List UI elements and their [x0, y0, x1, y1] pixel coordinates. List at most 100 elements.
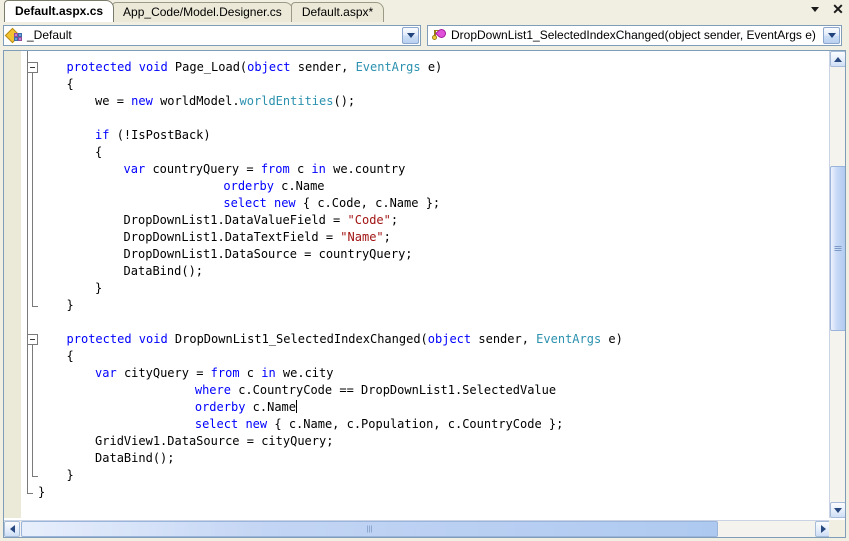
scroll-left-button[interactable]: [4, 521, 20, 537]
code-token: Page_Load(: [167, 60, 248, 74]
vertical-scrollbar[interactable]: [829, 51, 845, 518]
member-combo-value: DropDownList1_SelectedIndexChanged(objec…: [451, 28, 816, 42]
code-token: DropDownList1_SelectedIndexChanged(: [167, 332, 428, 346]
code-token: new: [131, 94, 153, 108]
code-line: we = new worldModel.worldEntities();: [95, 93, 355, 110]
selection-margin[interactable]: [4, 51, 21, 518]
vertical-scrollbar-thumb[interactable]: [830, 166, 845, 331]
code-token: {: [66, 77, 74, 91]
window-controls: ✕: [808, 2, 845, 16]
code-line: DataBind();: [124, 263, 203, 280]
code-token: var: [95, 366, 117, 380]
code-line: {: [95, 144, 102, 161]
code-token: c.Name: [273, 179, 325, 193]
code-token: from: [260, 162, 290, 176]
code-token: EventArgs: [355, 60, 421, 74]
code-line: }: [67, 467, 74, 484]
dropdown-menu-button[interactable]: [808, 2, 822, 16]
code-token: protected: [66, 60, 132, 74]
code-token: worldModel.: [152, 94, 240, 108]
code-token: DataBind();: [123, 264, 204, 278]
code-token: object: [247, 60, 291, 74]
code-token: select: [194, 417, 239, 431]
code-line: {: [67, 76, 74, 93]
code-line: }: [95, 280, 102, 297]
code-token: orderby: [194, 400, 246, 414]
code-line: orderby c.Name: [194, 399, 298, 416]
fold-toggle-button[interactable]: [27, 62, 38, 73]
code-token: DropDownList1.DataSource = countryQuery;: [123, 247, 413, 261]
code-token: cityQuery =: [116, 366, 211, 380]
chevron-down-icon: [406, 33, 415, 38]
code-token: "Code": [347, 213, 391, 227]
code-token: (!IsPostBack): [109, 128, 211, 142]
code-token: from: [210, 366, 240, 380]
method-icon: [431, 27, 449, 44]
fold-region-line: [32, 345, 33, 476]
scroll-up-button[interactable]: [830, 51, 845, 67]
scroll-down-button[interactable]: [830, 502, 845, 518]
code-line: var cityQuery = from c in we.city: [95, 365, 333, 382]
fold-region-line: [32, 73, 33, 306]
code-token: in: [261, 366, 276, 380]
tab-label: App_Code/Model.Designer.cs: [123, 5, 282, 19]
code-token: DropDownList1.DataTextField =: [123, 230, 341, 244]
code-token: ();: [333, 94, 356, 108]
fold-toggle-button[interactable]: [27, 334, 38, 345]
close-icon: ✕: [832, 1, 844, 17]
code-token: }: [38, 485, 46, 499]
tab-app-code-model-designer-cs[interactable]: App_Code/Model.Designer.cs: [112, 2, 293, 22]
code-token: }: [95, 281, 103, 295]
scroll-down-arrow-icon: [834, 507, 842, 513]
type-combo-box[interactable]: _Default: [3, 25, 421, 46]
code-token: if: [95, 128, 110, 142]
code-line: orderby c.Name: [223, 178, 324, 195]
fold-region-end-outer: [27, 493, 33, 494]
horizontal-scrollbar-thumb[interactable]: [21, 521, 718, 537]
type-combo-value: _Default: [27, 28, 72, 42]
code-line: GridView1.DataSource = cityQuery;: [95, 433, 333, 450]
code-token: in: [311, 162, 326, 176]
code-token: c: [289, 162, 312, 176]
code-token: sender,: [471, 332, 537, 346]
code-token: DataBind();: [95, 451, 175, 465]
code-token: c.Name: [245, 400, 297, 414]
code-token: we =: [95, 94, 132, 108]
code-line: protected void DropDownList1_SelectedInd…: [67, 331, 623, 348]
code-line: DropDownList1.DataValueField = "Code";: [124, 212, 399, 229]
tab-default-aspx-cs[interactable]: Default.aspx.cs: [4, 0, 115, 22]
code-token: ;: [390, 213, 399, 227]
code-token: select: [223, 196, 267, 210]
code-token: where: [194, 383, 231, 397]
type-combo-dropdown-button[interactable]: [402, 27, 419, 44]
code-line: if (!IsPostBack): [95, 127, 211, 144]
code-line: DropDownList1.DataSource = countryQuery;: [124, 246, 413, 263]
member-combo-box[interactable]: DropDownList1_SelectedIndexChanged(objec…: [427, 25, 842, 46]
code-token: "Name": [340, 230, 384, 244]
code-folding-margin[interactable]: [21, 51, 38, 518]
scrollbar-corner: [829, 520, 845, 537]
chevron-down-icon: [811, 6, 819, 12]
member-combo-dropdown-button[interactable]: [823, 27, 840, 44]
fold-region-line-outer: [27, 51, 28, 493]
code-token: void: [138, 60, 168, 74]
text-caret: [296, 400, 298, 413]
tab-default-aspx[interactable]: Default.aspx*: [290, 2, 385, 22]
code-line: DataBind();: [95, 450, 174, 467]
code-token: c.CountryCode == DropDownList1.SelectedV…: [230, 383, 557, 397]
horizontal-scrollbar[interactable]: [4, 520, 831, 537]
close-button[interactable]: ✕: [831, 2, 845, 16]
code-line: select new { c.Code, c.Name };: [223, 195, 440, 212]
code-token: new: [273, 196, 296, 210]
code-token: countryQuery =: [145, 162, 261, 176]
code-token: sender,: [290, 60, 356, 74]
code-line: }: [38, 484, 45, 501]
code-token: worldEntities: [239, 94, 334, 108]
code-text-area[interactable]: protected void Page_Load(object sender, …: [38, 51, 829, 518]
code-line: protected void Page_Load(object sender, …: [67, 59, 443, 76]
code-line: where c.CountryCode == DropDownList1.Sel…: [195, 382, 556, 399]
code-token: { c.Name, c.Population, c.CountryCode };: [267, 417, 564, 431]
